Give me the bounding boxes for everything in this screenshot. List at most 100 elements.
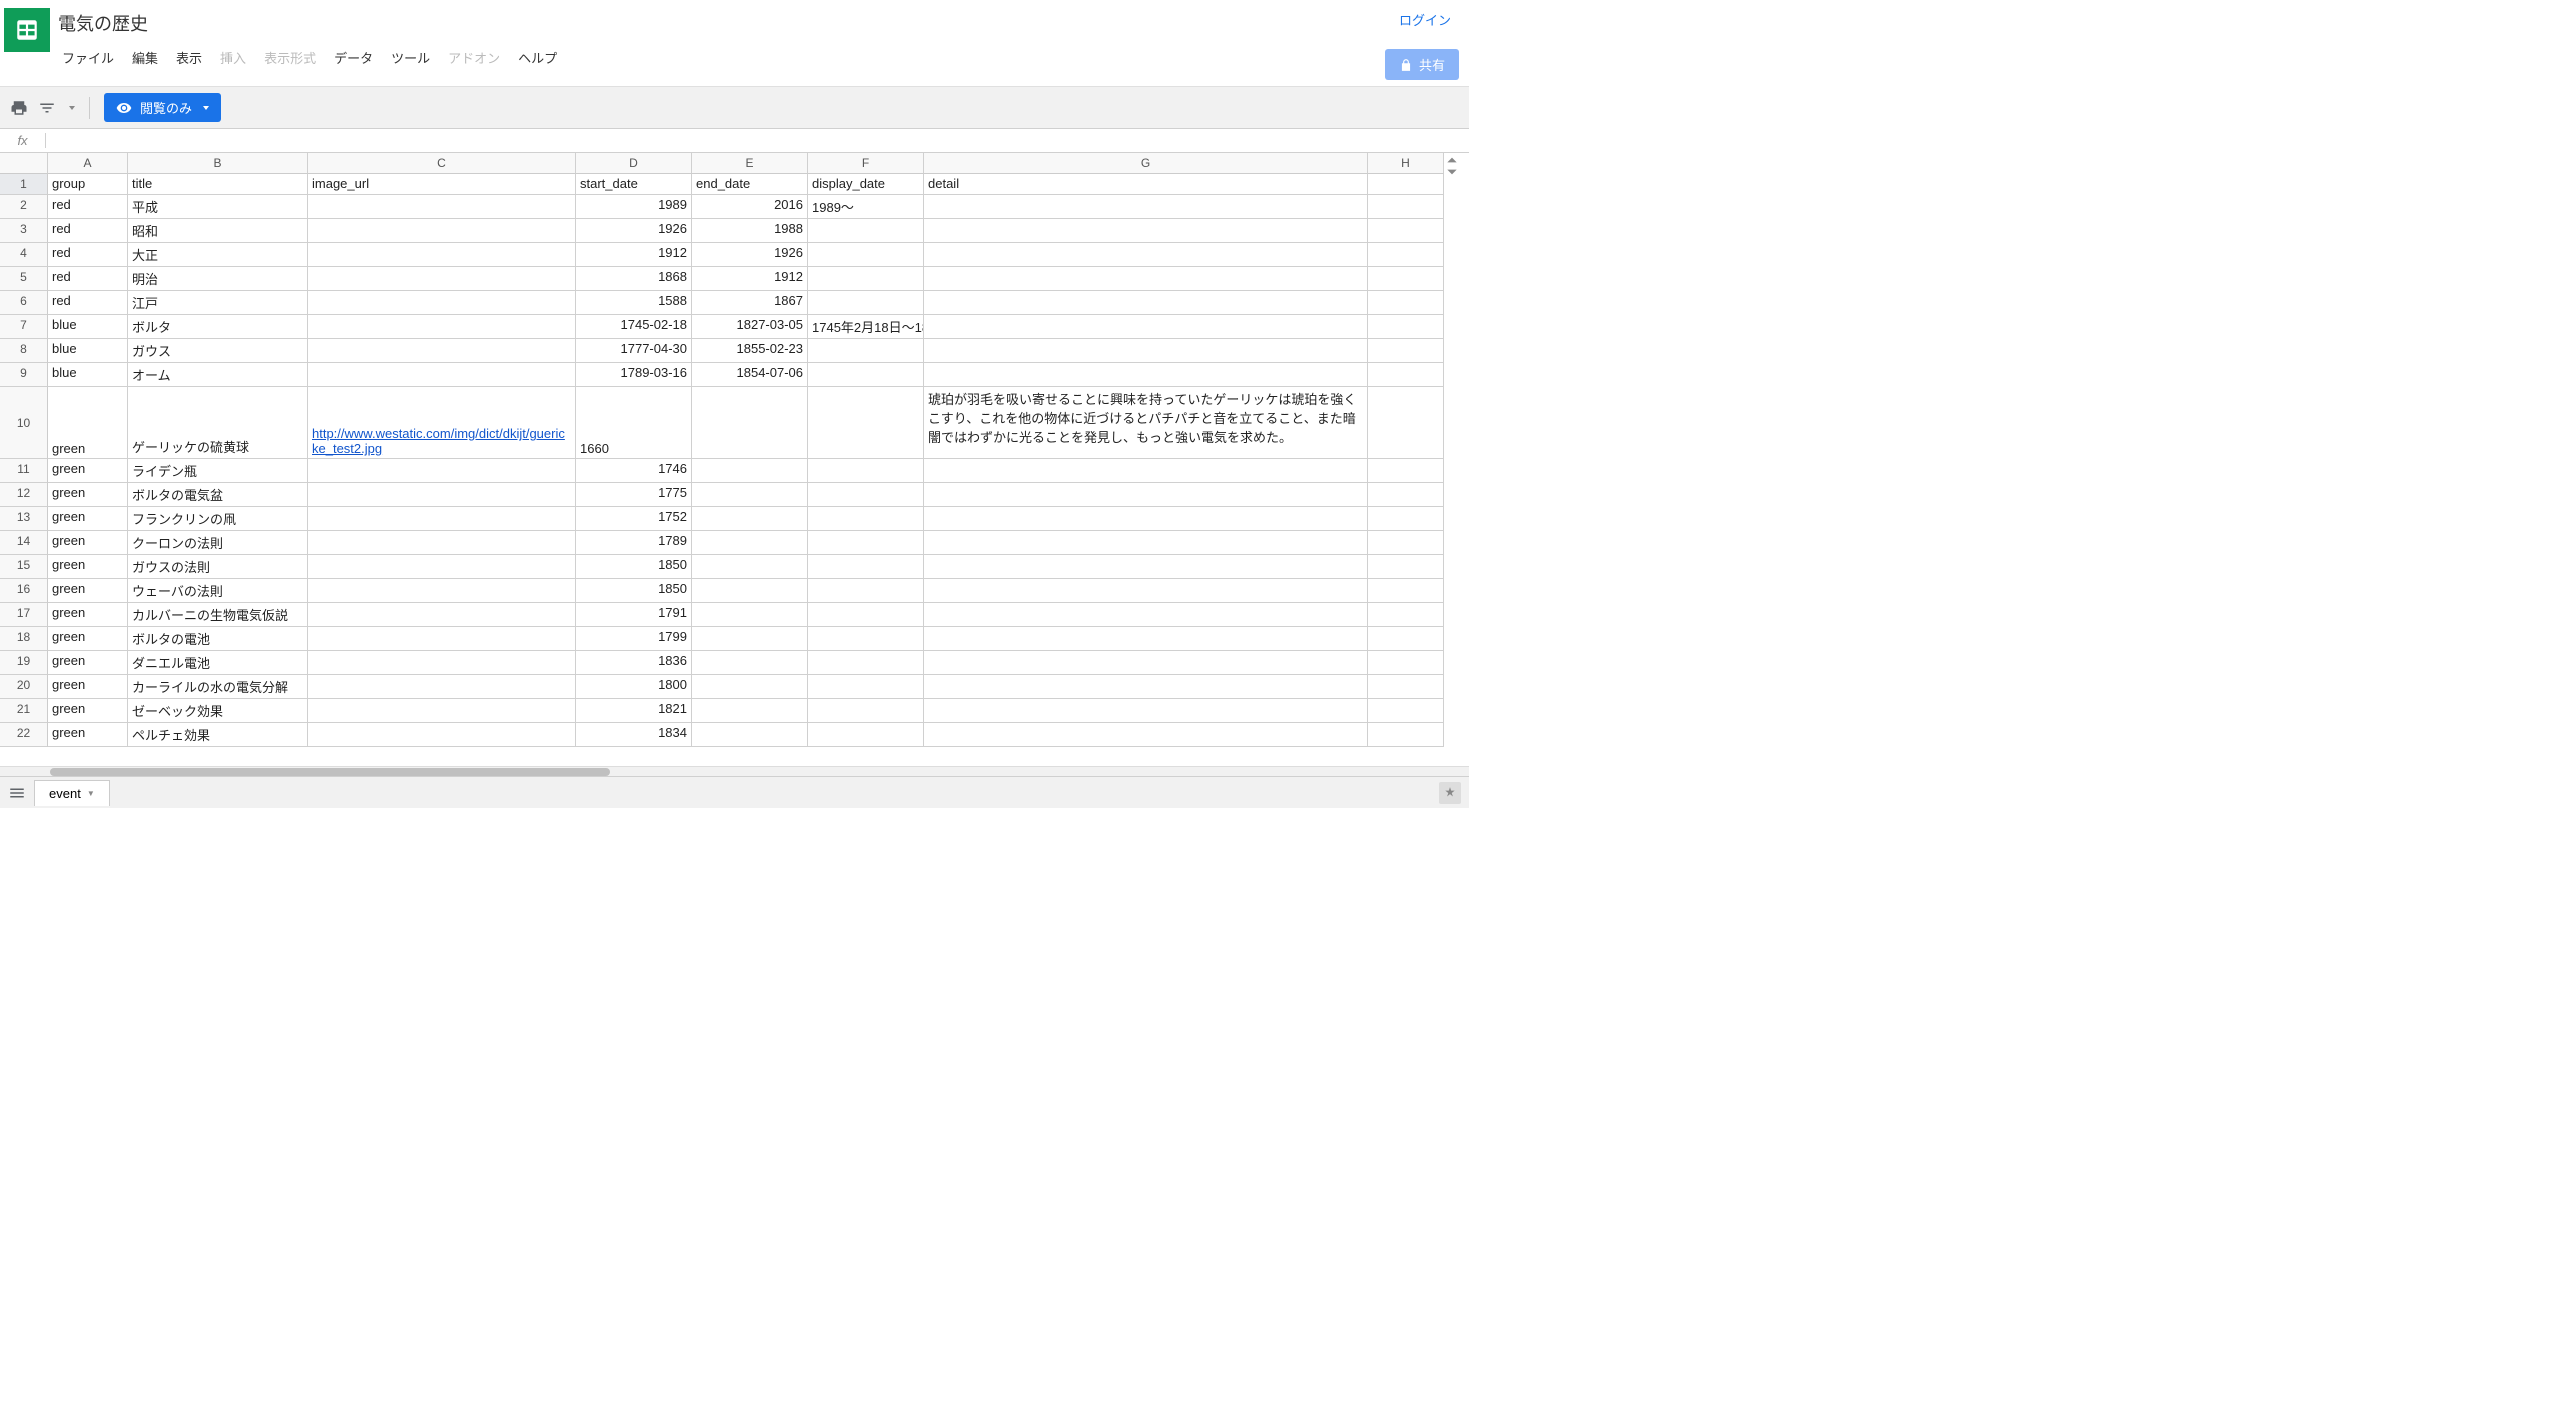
cell[interactable] — [308, 603, 576, 627]
cell[interactable] — [1368, 483, 1444, 507]
cell[interactable] — [308, 675, 576, 699]
column-header[interactable]: A — [48, 153, 128, 174]
cell[interactable] — [1368, 174, 1444, 195]
cell[interactable] — [808, 507, 924, 531]
cell[interactable]: ゲーリッケの硫黄球 — [128, 387, 308, 459]
cell[interactable]: green — [48, 627, 128, 651]
row-header[interactable]: 13 — [0, 507, 48, 531]
row-header[interactable]: 2 — [0, 195, 48, 219]
share-button[interactable]: 共有 — [1385, 49, 1459, 80]
cell[interactable] — [692, 675, 808, 699]
cell[interactable] — [924, 531, 1368, 555]
cell[interactable]: 1854-07-06 — [692, 363, 808, 387]
cell[interactable]: blue — [48, 339, 128, 363]
cell[interactable]: green — [48, 579, 128, 603]
all-sheets-icon[interactable] — [8, 784, 26, 802]
cell[interactable]: 1821 — [576, 699, 692, 723]
cell[interactable] — [308, 315, 576, 339]
cell[interactable] — [692, 531, 808, 555]
cell[interactable]: 明治 — [128, 267, 308, 291]
row-header[interactable]: 19 — [0, 651, 48, 675]
cell[interactable]: 1926 — [576, 219, 692, 243]
column-header[interactable]: F — [808, 153, 924, 174]
column-header[interactable]: B — [128, 153, 308, 174]
cell[interactable]: 1752 — [576, 507, 692, 531]
cell[interactable]: ボルタの電池 — [128, 627, 308, 651]
cell[interactable]: green — [48, 531, 128, 555]
column-header[interactable]: G — [924, 153, 1368, 174]
chevron-down-icon[interactable] — [1445, 167, 1459, 177]
row-header[interactable]: 5 — [0, 267, 48, 291]
row-header[interactable]: 4 — [0, 243, 48, 267]
cell[interactable] — [308, 699, 576, 723]
cell[interactable] — [924, 603, 1368, 627]
row-header[interactable]: 9 — [0, 363, 48, 387]
column-header[interactable]: C — [308, 153, 576, 174]
cell[interactable] — [692, 555, 808, 579]
cell[interactable] — [1368, 555, 1444, 579]
cell[interactable] — [692, 723, 808, 747]
cell[interactable] — [924, 675, 1368, 699]
cell[interactable] — [308, 267, 576, 291]
cell[interactable]: green — [48, 387, 128, 459]
row-header[interactable]: 20 — [0, 675, 48, 699]
cell[interactable]: 1660 — [576, 387, 692, 459]
cell[interactable] — [1368, 507, 1444, 531]
cell[interactable] — [308, 723, 576, 747]
cell[interactable] — [1368, 459, 1444, 483]
cell[interactable] — [308, 363, 576, 387]
cell[interactable]: green — [48, 675, 128, 699]
cell[interactable] — [692, 579, 808, 603]
cell[interactable] — [808, 531, 924, 555]
print-icon[interactable] — [10, 99, 28, 117]
cell[interactable] — [1368, 339, 1444, 363]
column-header[interactable]: E — [692, 153, 808, 174]
cell[interactable]: フランクリンの凧 — [128, 507, 308, 531]
row-header[interactable]: 1 — [0, 174, 48, 195]
cell[interactable] — [808, 555, 924, 579]
cell[interactable]: 1791 — [576, 603, 692, 627]
cell[interactable]: blue — [48, 315, 128, 339]
row-header[interactable]: 16 — [0, 579, 48, 603]
cell[interactable] — [924, 243, 1368, 267]
cell[interactable] — [808, 363, 924, 387]
cell[interactable] — [924, 363, 1368, 387]
cell[interactable] — [1368, 531, 1444, 555]
cell[interactable] — [308, 219, 576, 243]
cell[interactable]: image_url — [308, 174, 576, 195]
cell[interactable] — [692, 651, 808, 675]
cell[interactable]: 1799 — [576, 627, 692, 651]
cell[interactable]: blue — [48, 363, 128, 387]
cell[interactable] — [1368, 723, 1444, 747]
cell[interactable] — [692, 627, 808, 651]
cell[interactable] — [808, 459, 924, 483]
sheets-logo[interactable] — [4, 8, 50, 52]
cell[interactable] — [924, 291, 1368, 315]
cell[interactable]: 1850 — [576, 555, 692, 579]
cell[interactable] — [692, 387, 808, 459]
cell[interactable]: 1989 — [576, 195, 692, 219]
cell[interactable] — [924, 651, 1368, 675]
cell[interactable] — [692, 699, 808, 723]
cell[interactable]: 1836 — [576, 651, 692, 675]
cell[interactable]: red — [48, 219, 128, 243]
cell[interactable] — [924, 267, 1368, 291]
cell[interactable]: ボルタの電気盆 — [128, 483, 308, 507]
cell[interactable]: 1834 — [576, 723, 692, 747]
cell[interactable] — [924, 579, 1368, 603]
row-header[interactable]: 21 — [0, 699, 48, 723]
cell[interactable] — [1368, 363, 1444, 387]
cell[interactable]: 1926 — [692, 243, 808, 267]
cell[interactable] — [808, 339, 924, 363]
cell[interactable]: ガウス — [128, 339, 308, 363]
cell[interactable]: カルバーニの生物電気仮説 — [128, 603, 308, 627]
cell[interactable]: 昭和 — [128, 219, 308, 243]
cell[interactable] — [692, 603, 808, 627]
cell[interactable]: 1855-02-23 — [692, 339, 808, 363]
cell[interactable]: ダニエル電池 — [128, 651, 308, 675]
cell[interactable] — [924, 723, 1368, 747]
cell[interactable] — [808, 267, 924, 291]
column-header[interactable]: D — [576, 153, 692, 174]
cell[interactable]: ウェーバの法則 — [128, 579, 308, 603]
cell[interactable]: start_date — [576, 174, 692, 195]
